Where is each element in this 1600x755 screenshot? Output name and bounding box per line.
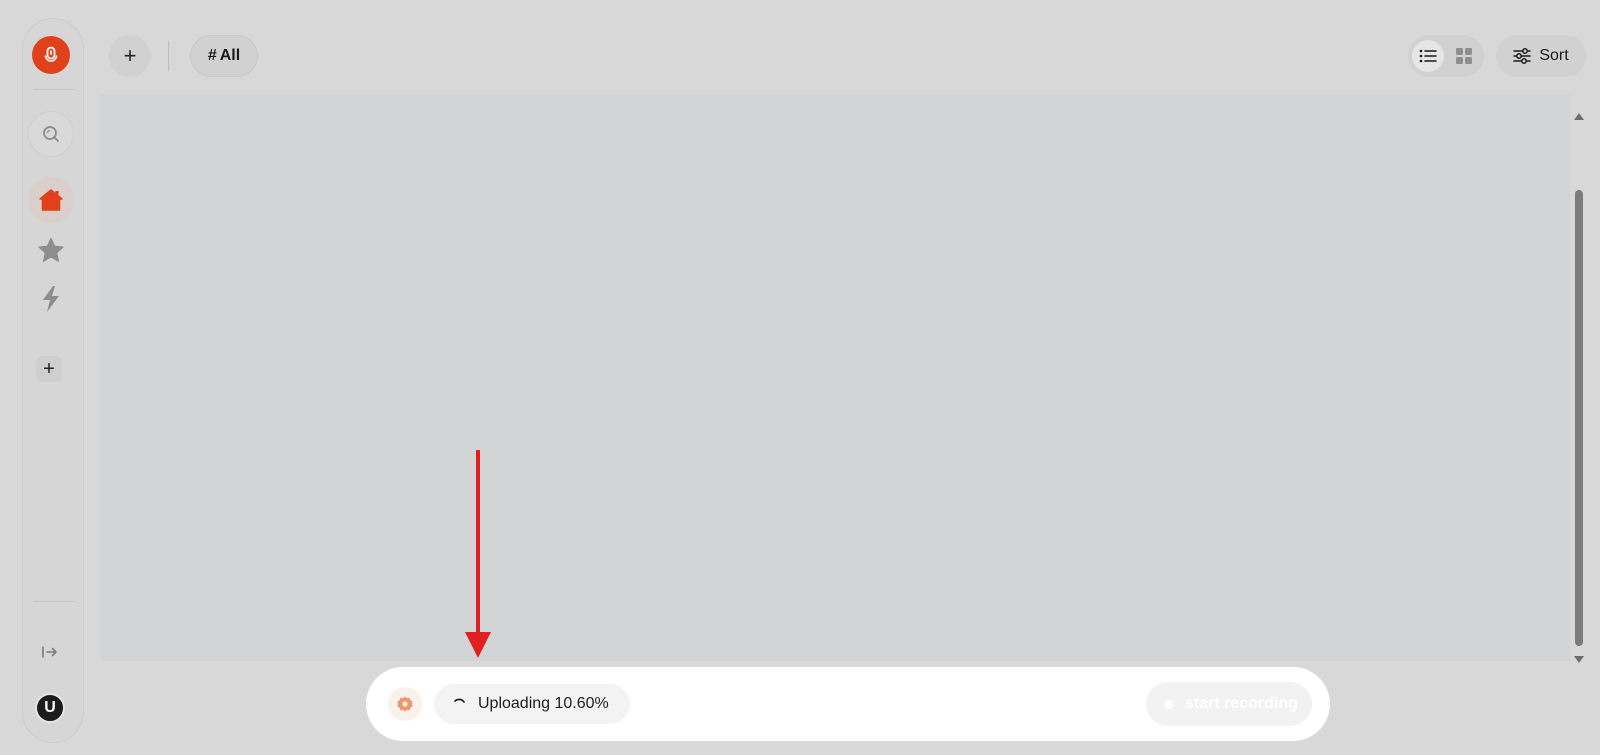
star-icon [38,237,64,262]
search-button[interactable] [28,111,74,157]
home-icon [39,189,63,211]
bolt-icon [43,286,59,312]
start-recording-button[interactable]: start recording [1146,682,1312,726]
tag-filter-label: All [219,47,241,64]
collapse-arrow-icon [42,646,57,658]
grid-view-button[interactable] [1448,40,1480,72]
loading-spinner-icon [454,698,465,703]
vertical-scrollbar[interactable] [1571,110,1587,666]
gear-icon [397,696,413,712]
search-icon [43,126,59,142]
sidebar-item-quick[interactable] [28,276,74,322]
list-icon [1419,49,1437,63]
sidebar-divider-bottom [33,601,75,602]
scroll-thumb[interactable] [1575,190,1583,646]
new-note-button[interactable]: + [109,35,151,77]
list-view-button[interactable] [1412,40,1444,72]
upload-status-pill: Uploading 10.60% [434,684,630,724]
sidebar-item-home[interactable] [28,177,74,223]
tag-filter-all[interactable]: # All [190,35,258,77]
sidebar: + U [22,18,84,743]
microphone-icon [44,46,58,62]
notes-content-area [101,94,1570,661]
sidebar-item-starred[interactable] [28,227,74,273]
toolbar-divider [168,41,169,71]
sliders-icon [1513,48,1532,64]
sort-button[interactable]: Sort [1496,35,1586,77]
sort-label: Sort [1539,47,1569,64]
record-dot-icon [1164,699,1173,709]
upload-status-text: Uploading 10.60% [478,695,609,712]
view-mode-toggle [1408,35,1484,77]
sidebar-divider [33,89,75,90]
bottom-action-bar: Uploading 10.60% start recording [366,667,1330,741]
sidebar-add-button[interactable]: + [36,356,62,382]
collapse-sidebar-button[interactable] [37,639,63,665]
scroll-up-arrow-icon[interactable] [1574,113,1584,120]
app-root: + U + # All Sort Uploading 10.60% start … [0,0,1600,755]
annotation-arrow-icon [465,450,491,658]
app-logo[interactable] [32,36,70,74]
hash-icon: # [207,47,217,64]
start-recording-label: start recording [1185,695,1298,712]
recording-settings-button[interactable] [388,687,422,721]
user-avatar[interactable]: U [35,693,65,723]
scroll-down-arrow-icon[interactable] [1574,656,1584,663]
grid-icon [1456,48,1472,64]
